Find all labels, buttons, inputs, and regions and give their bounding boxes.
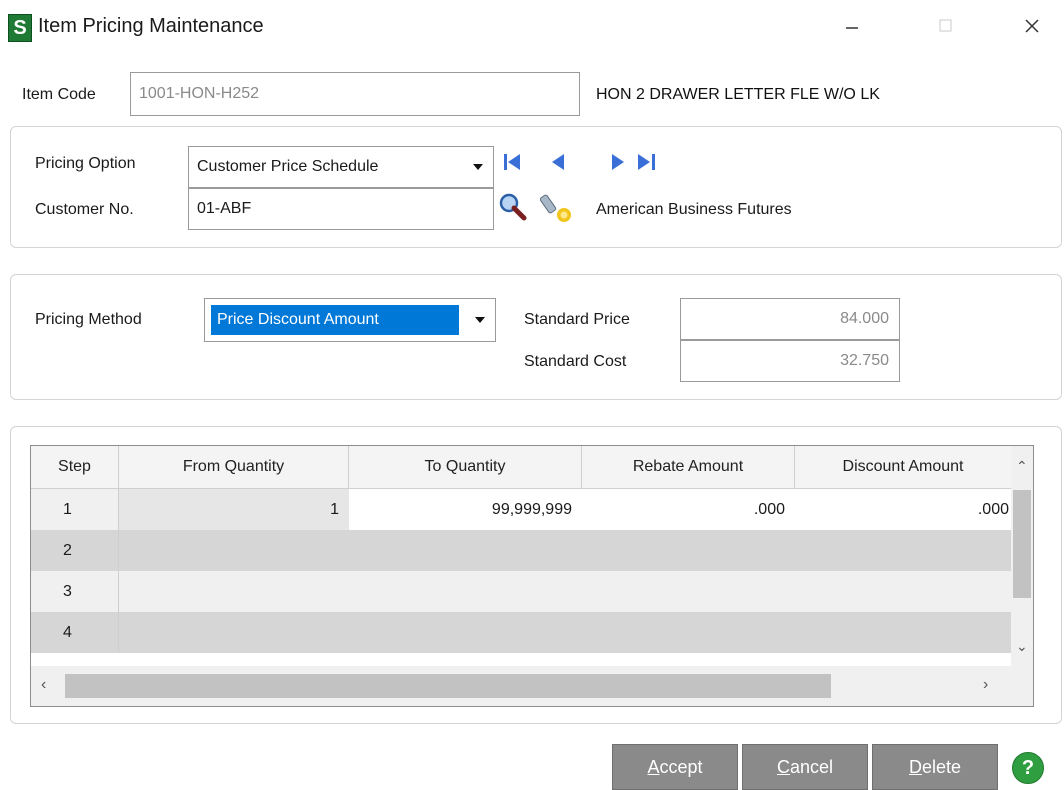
lookup-button[interactable] bbox=[498, 192, 528, 222]
rebate-amount-cell[interactable] bbox=[582, 571, 795, 612]
minimize-button[interactable] bbox=[832, 10, 872, 42]
pricing-grid[interactable]: Step From Quantity To Quantity Rebate Am… bbox=[30, 445, 1034, 707]
scroll-down-icon[interactable]: ⌄ bbox=[1016, 638, 1028, 655]
rebate-amount-cell[interactable] bbox=[582, 530, 795, 571]
maximize-icon bbox=[939, 19, 952, 32]
rebate-amount-cell[interactable] bbox=[582, 612, 795, 653]
from-quantity-cell[interactable] bbox=[119, 530, 349, 571]
delete-button[interactable]: Delete bbox=[872, 744, 998, 790]
accept-mnemonic: A bbox=[647, 756, 660, 777]
horizontal-scroll-thumb[interactable] bbox=[65, 674, 831, 698]
item-code-field[interactable]: 1001-HON-H252 bbox=[130, 72, 580, 116]
column-header-to-quantity[interactable]: To Quantity bbox=[349, 446, 582, 488]
pricing-method-label: Pricing Method bbox=[35, 311, 142, 328]
next-record-button[interactable] bbox=[608, 150, 630, 174]
pricing-option-label: Pricing Option bbox=[35, 155, 136, 172]
delete-mnemonic: D bbox=[908, 756, 922, 777]
window-title: Item Pricing Maintenance bbox=[38, 15, 264, 37]
vertical-scroll-thumb[interactable] bbox=[1013, 490, 1031, 598]
pricing-option-select[interactable]: Customer Price Schedule bbox=[188, 146, 494, 188]
item-description: HON 2 DRAWER LETTER FLE W/O LK bbox=[596, 86, 880, 103]
last-record-icon bbox=[638, 154, 655, 170]
table-row[interactable]: 4 bbox=[31, 612, 1011, 653]
delete-label: elete bbox=[921, 756, 962, 777]
flashlight-icon bbox=[539, 194, 571, 222]
discount-amount-cell[interactable] bbox=[795, 571, 1011, 612]
close-button[interactable] bbox=[1012, 10, 1052, 42]
magnifier-icon bbox=[499, 193, 527, 221]
first-record-button[interactable] bbox=[502, 150, 524, 174]
horizontal-scrollbar[interactable]: ‹ › bbox=[31, 666, 1033, 706]
to-quantity-cell[interactable] bbox=[349, 530, 582, 571]
column-header-discount-amount[interactable]: Discount Amount bbox=[795, 446, 1011, 488]
step-cell[interactable]: 3 bbox=[31, 571, 119, 612]
column-header-rebate-amount[interactable]: Rebate Amount bbox=[582, 446, 795, 488]
scroll-left-icon[interactable]: ‹ bbox=[41, 676, 46, 694]
customer-inquiry-button[interactable] bbox=[539, 192, 574, 224]
item-code-label: Item Code bbox=[22, 86, 96, 103]
accept-label: ccept bbox=[659, 756, 703, 777]
customer-name: American Business Futures bbox=[596, 201, 792, 218]
from-quantity-cell[interactable] bbox=[119, 612, 349, 653]
standard-cost-label: Standard Cost bbox=[524, 353, 627, 370]
customer-no-label: Customer No. bbox=[35, 201, 134, 218]
next-record-icon bbox=[612, 154, 624, 170]
step-cell[interactable]: 1 bbox=[31, 489, 119, 530]
discount-amount-cell[interactable] bbox=[795, 530, 1011, 571]
cancel-button[interactable]: Cancel bbox=[742, 744, 868, 790]
table-row[interactable]: 3 bbox=[31, 571, 1011, 612]
chevron-down-icon[interactable] bbox=[475, 317, 485, 323]
from-quantity-cell[interactable]: 1 bbox=[119, 489, 349, 530]
pricing-method-panel bbox=[10, 274, 1062, 400]
to-quantity-cell[interactable]: 99,999,999 bbox=[349, 489, 582, 530]
minimize-icon bbox=[846, 27, 858, 29]
from-quantity-cell[interactable] bbox=[119, 571, 349, 612]
accept-button[interactable]: Accept bbox=[612, 744, 738, 790]
previous-record-button[interactable] bbox=[548, 150, 570, 174]
previous-record-icon bbox=[552, 154, 564, 170]
scroll-right-icon[interactable]: › bbox=[983, 676, 988, 694]
customer-no-field[interactable]: 01-ABF bbox=[188, 188, 494, 230]
standard-cost-field: 32.750 bbox=[680, 340, 900, 382]
vertical-scrollbar[interactable]: ⌃ ⌄ bbox=[1011, 446, 1033, 666]
last-record-button[interactable] bbox=[636, 150, 658, 174]
column-header-from-quantity[interactable]: From Quantity bbox=[119, 446, 349, 488]
close-icon bbox=[1025, 19, 1039, 33]
to-quantity-cell[interactable] bbox=[349, 612, 582, 653]
table-row[interactable]: 1 1 99,999,999 .000 .000 bbox=[31, 489, 1011, 530]
standard-price-label: Standard Price bbox=[524, 311, 630, 328]
cancel-label: ancel bbox=[789, 756, 834, 777]
cancel-mnemonic: C bbox=[776, 756, 790, 777]
first-record-icon bbox=[504, 154, 520, 170]
step-cell[interactable]: 4 bbox=[31, 612, 119, 653]
discount-amount-cell[interactable] bbox=[795, 612, 1011, 653]
pricing-method-select[interactable]: Price Discount Amount bbox=[204, 298, 496, 342]
help-icon[interactable]: ? bbox=[1012, 752, 1044, 784]
pricing-method-value: Price Discount Amount bbox=[211, 305, 459, 335]
chevron-down-icon[interactable] bbox=[473, 164, 483, 170]
pricing-option-panel bbox=[10, 126, 1062, 248]
grid-header: Step From Quantity To Quantity Rebate Am… bbox=[31, 446, 1011, 489]
table-row[interactable]: 2 bbox=[31, 530, 1011, 571]
app-logo: S bbox=[8, 14, 32, 42]
scroll-up-icon[interactable]: ⌃ bbox=[1016, 458, 1028, 475]
standard-price-field: 84.000 bbox=[680, 298, 900, 340]
to-quantity-cell[interactable] bbox=[349, 571, 582, 612]
discount-amount-cell[interactable]: .000 bbox=[795, 489, 1011, 530]
column-header-step[interactable]: Step bbox=[31, 446, 119, 488]
pricing-option-value: Customer Price Schedule bbox=[197, 158, 379, 175]
maximize-button[interactable] bbox=[926, 10, 966, 42]
rebate-amount-cell[interactable]: .000 bbox=[582, 489, 795, 530]
step-cell[interactable]: 2 bbox=[31, 530, 119, 571]
